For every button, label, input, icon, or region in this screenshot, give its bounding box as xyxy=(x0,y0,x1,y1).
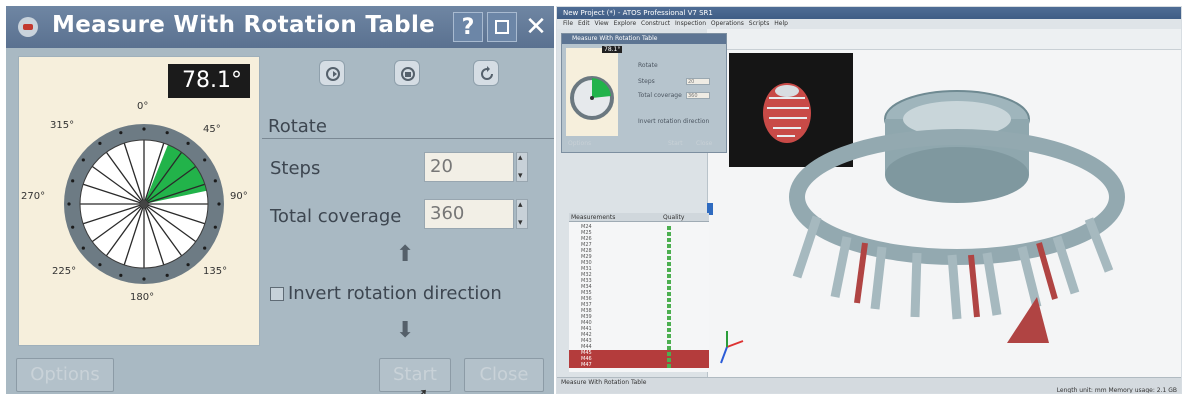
rotate-step-icon xyxy=(326,67,340,81)
maximize-button[interactable] xyxy=(487,12,517,42)
invert-rotation-checkbox[interactable] xyxy=(270,287,284,301)
close-window-button[interactable]: ✕ xyxy=(521,12,551,42)
quality-column: Quality xyxy=(663,214,685,221)
steps-input[interactable]: 20 xyxy=(424,152,514,182)
rotate-reset-button[interactable] xyxy=(473,60,499,86)
close-button[interactable]: Close xyxy=(464,358,544,392)
invert-rotation-label[interactable]: Invert rotation direction xyxy=(288,283,502,304)
dial-label-135: 135° xyxy=(203,266,228,277)
mini-steps-label: Steps xyxy=(638,78,655,85)
mini-rotate-label: Rotate xyxy=(638,62,658,69)
arrow-up-icon: ⬆ xyxy=(396,242,415,267)
quality-indicator-icon xyxy=(667,364,671,368)
dial-tick-mark xyxy=(186,263,190,267)
measurements-column: Measurements xyxy=(571,214,616,221)
mini-dial xyxy=(570,76,614,120)
home-position-button[interactable] xyxy=(394,60,420,86)
dial-tick-mark xyxy=(81,158,85,162)
coverage-input[interactable]: 360 xyxy=(424,199,514,229)
steps-label: Steps xyxy=(270,158,321,179)
dial-tick-mark xyxy=(67,202,71,206)
rotate-heading: Rotate xyxy=(268,116,327,137)
options-button[interactable]: Options xyxy=(16,358,114,392)
rotate-step-button[interactable] xyxy=(319,60,345,86)
dial-tick-mark xyxy=(119,273,123,277)
dial-label-90: 90° xyxy=(230,191,248,202)
dial-label-225: 225° xyxy=(52,266,77,277)
measurement-row-label: M47 xyxy=(581,362,592,368)
mini-angle: 78.1° xyxy=(602,46,623,53)
mini-steps-input[interactable]: 20 xyxy=(686,78,710,85)
dial-tick-mark xyxy=(165,273,169,277)
dial-tick-mark xyxy=(186,141,190,145)
gear-model-view[interactable] xyxy=(787,47,1177,347)
dial-tick-mark xyxy=(119,131,123,135)
mini-dial-panel xyxy=(566,48,618,136)
dialog-titlebar: Measure With Rotation Table ? ✕ xyxy=(6,6,554,48)
rotate-divider xyxy=(262,138,554,139)
dial-hub xyxy=(140,200,148,208)
dial-label-180: 180° xyxy=(130,292,155,303)
mini-invert-label[interactable]: Invert rotation direction xyxy=(638,118,709,125)
dial-label-315: 315° xyxy=(50,120,75,131)
dial-tick-mark xyxy=(142,277,146,281)
home-position-icon xyxy=(401,67,415,81)
app-menubar[interactable]: File Edit View Explore Construct Inspect… xyxy=(557,19,1181,29)
app-logo-icon xyxy=(18,17,38,37)
coverage-spinner[interactable] xyxy=(516,199,528,229)
app-titlebar: New Project (*) - ATOS Professional V7 S… xyxy=(557,7,1181,19)
maximize-icon xyxy=(495,20,509,34)
dial-tick-mark xyxy=(98,141,102,145)
mini-rotation-dialog: Measure With Rotation Table 78.1° Rotate… xyxy=(561,33,727,153)
dial-label-45: 45° xyxy=(203,124,221,135)
help-button[interactable]: ? xyxy=(453,12,483,42)
dial-tick-mark xyxy=(98,263,102,267)
status-memory: Length unit: mm Memory usage: 2.1 GB xyxy=(1056,387,1177,394)
measurement-row[interactable]: M47 xyxy=(569,362,709,368)
dial-tick-mark xyxy=(142,127,146,131)
measurements-header[interactable]: Measurements Quality xyxy=(569,213,709,222)
dial-tick-mark xyxy=(165,131,169,135)
coordinate-axes-icon xyxy=(720,331,744,364)
mini-close-button[interactable]: Close xyxy=(696,140,712,147)
dial-tick-mark xyxy=(81,246,85,250)
status-panel-label: Measure With Rotation Table xyxy=(561,379,647,386)
app-statusbar: Measure With Rotation Table Length unit:… xyxy=(557,377,1181,394)
dial-tick-mark xyxy=(71,179,75,183)
dialog-title: Measure With Rotation Table xyxy=(52,12,436,38)
mini-dialog-title: Measure With Rotation Table xyxy=(562,34,726,44)
coverage-label: Total coverage xyxy=(270,206,402,227)
rotate-reset-icon xyxy=(481,66,493,80)
mini-start-button[interactable]: Start xyxy=(668,140,683,147)
dial-tick-mark xyxy=(203,158,207,162)
dial-label-0: 0° xyxy=(137,101,149,112)
dial-tick-mark xyxy=(217,202,221,206)
rotation-table-dialog: Measure With Rotation Table ? ✕ 78.1° 0°… xyxy=(6,6,554,394)
mouse-cursor-icon: ➚ xyxy=(415,384,429,394)
mini-options-button[interactable]: Options xyxy=(568,140,591,147)
steps-spinner[interactable] xyxy=(516,152,528,182)
mini-coverage-label: Total coverage xyxy=(638,92,682,99)
dial-tick-mark xyxy=(71,225,75,229)
mini-coverage-input[interactable]: 360 xyxy=(686,92,710,99)
dial-tick-mark xyxy=(213,179,217,183)
dial-tick-mark xyxy=(213,225,217,229)
dial-label-270: 270° xyxy=(21,191,46,202)
arrow-down-icon: ⬇ xyxy=(396,318,415,343)
dial-tick-mark xyxy=(203,246,207,250)
atos-application-screen: New Project (*) - ATOS Professional V7 S… xyxy=(556,6,1182,394)
